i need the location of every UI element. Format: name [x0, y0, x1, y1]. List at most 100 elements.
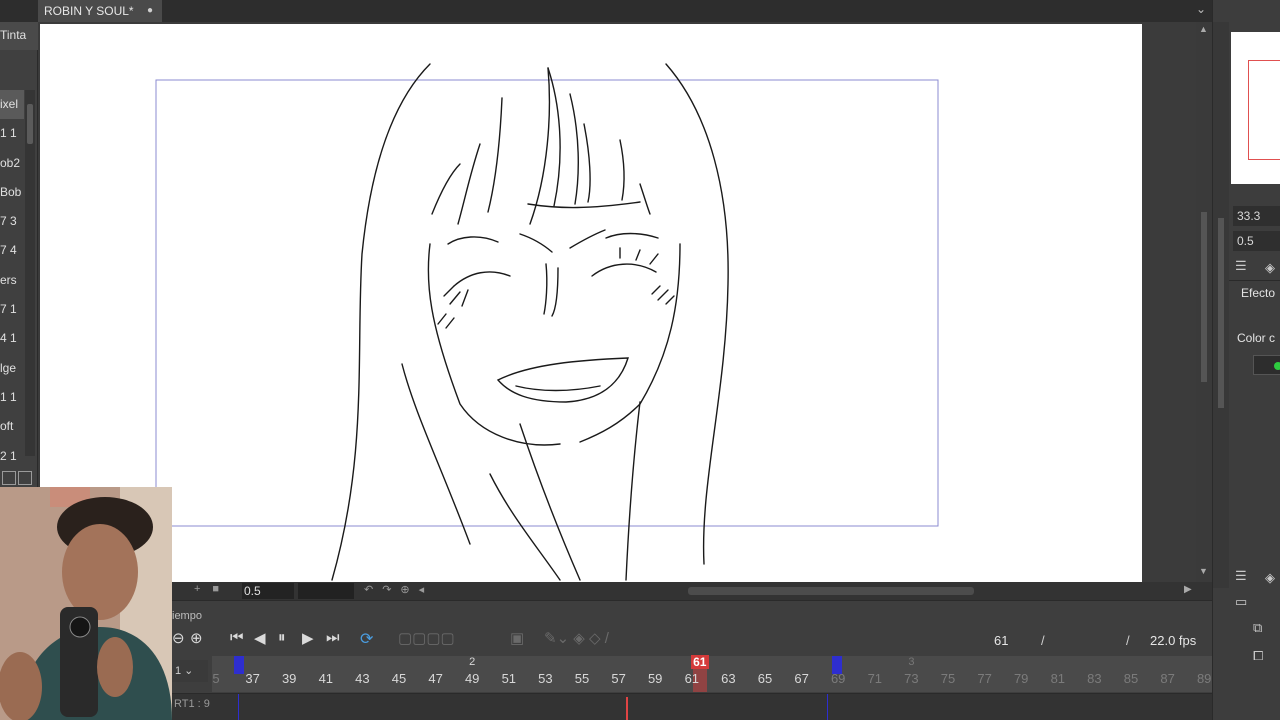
frame-number[interactable]: 63 [721, 671, 735, 686]
zoom-out-timeline-icon[interactable]: ⊖ [172, 629, 185, 647]
line-drawing [155, 63, 939, 581]
fps-separator: / [1126, 633, 1130, 648]
loop-playback-icon[interactable]: ⟳ [360, 629, 380, 649]
frame-number[interactable]: 73 [904, 671, 918, 686]
frame-number[interactable]: 75 [941, 671, 955, 686]
pause-icon[interactable]: ⏸ [278, 629, 286, 646]
frame-number[interactable]: 87 [1160, 671, 1174, 686]
current-frame-label[interactable]: 61 [690, 655, 709, 669]
subtool-item[interactable]: 7 4 [0, 236, 24, 265]
timeline-track[interactable]: RT1 : 9 [172, 693, 1212, 720]
panel-menu-icon-2[interactable]: ☰ [1235, 568, 1247, 584]
scroll-up-icon[interactable]: ▲ [1199, 24, 1208, 34]
range-marker[interactable] [234, 656, 244, 674]
subtool-item[interactable]: 4 1 [0, 324, 24, 353]
layer-mask-icon[interactable]: ⧉ [1253, 620, 1262, 636]
subtool-item[interactable]: ixel [0, 90, 24, 120]
navigator-zoom-value[interactable]: 33.3 [1233, 206, 1280, 226]
cel-tools-icon[interactable]: ▣ [510, 629, 524, 647]
drawing-canvas[interactable] [40, 24, 1142, 582]
playhead[interactable] [626, 697, 628, 720]
add-subtool-icon[interactable] [2, 471, 16, 485]
layer-selector-value: 1 [175, 665, 182, 677]
frame-number[interactable]: 37 [245, 671, 259, 686]
layer-property-icon[interactable]: ◈ [1265, 260, 1275, 276]
canvas-view-icons[interactable]: +■ [194, 583, 231, 595]
right-scroll-thumb[interactable] [1218, 218, 1224, 408]
frame-number[interactable]: 57 [611, 671, 625, 686]
frame-number[interactable]: 55 [575, 671, 589, 686]
layer-blend-icon[interactable]: ▭ [1235, 594, 1247, 610]
subtool-item[interactable]: ob2 [0, 149, 24, 178]
effect-label: Efecto [1241, 286, 1276, 300]
tool-name-label[interactable]: Tinta [0, 22, 38, 50]
subtool-item[interactable]: 7 3 [0, 207, 24, 236]
document-tab[interactable]: ROBIN Y SOUL* ● [38, 0, 162, 22]
frame-number[interactable]: 79 [1014, 671, 1028, 686]
subtool-scroll-thumb[interactable] [27, 104, 33, 144]
canvas-area[interactable]: ▲ ▼ [38, 22, 1212, 582]
tab-list-chevron-icon[interactable]: ⌄ [1196, 2, 1206, 16]
frame-number[interactable]: 49 [465, 671, 479, 686]
new-cel-icon[interactable]: ▢▢▢▢ [398, 629, 455, 647]
subtool-item[interactable]: lge [0, 354, 24, 383]
navigator-preview[interactable] [1231, 32, 1280, 184]
zoom-slider[interactable] [298, 583, 354, 599]
frame-number[interactable]: 85 [1124, 671, 1138, 686]
layers-icon[interactable]: ◈ [1265, 570, 1275, 586]
subtool-item[interactable]: ers [0, 266, 24, 295]
next-frame-icon[interactable]: ▶ [302, 629, 314, 647]
canvas-vscroll-thumb[interactable] [1201, 212, 1207, 382]
canvas-vertical-scrollbar[interactable]: ▲ ▼ [1196, 22, 1212, 582]
range-start-line [238, 694, 239, 720]
frame-number[interactable]: 43 [355, 671, 369, 686]
frame-number[interactable]: 47 [428, 671, 442, 686]
subtool-item[interactable]: oft [0, 412, 24, 441]
current-frame-field[interactable]: 61 [994, 633, 1008, 648]
app-window: ROBIN Y SOUL* ● ⌄ Tinta ixel 1 1 ob2 Bob 7 3… [0, 0, 1280, 720]
frame-number[interactable]: 51 [502, 671, 516, 686]
subtool-item[interactable]: 1 1 [0, 119, 24, 148]
frame-separator: / [1041, 633, 1045, 648]
last-frame-icon[interactable]: ⏭ [326, 629, 340, 646]
subtool-item[interactable]: 2 1 [0, 442, 24, 471]
frame-number[interactable]: 39 [282, 671, 296, 686]
frame-number[interactable]: 67 [794, 671, 808, 686]
frame-number[interactable]: 81 [1051, 671, 1065, 686]
timeline-layer-selector[interactable]: 1 ⌄ [172, 660, 208, 682]
subtool-item[interactable]: 7 1 [0, 295, 24, 324]
previous-frame-icon[interactable]: ◀ [254, 629, 266, 647]
navigator-view-frame[interactable] [1248, 60, 1280, 160]
layer-ref-icon[interactable]: ⧠ [1253, 648, 1263, 664]
delete-subtool-icon[interactable] [18, 471, 32, 485]
layer-color-swatch[interactable] [1253, 355, 1280, 375]
rotate-flip-icons[interactable]: ↶↷⊕◂ [364, 583, 433, 596]
frame-number[interactable]: 53 [538, 671, 552, 686]
zoom-in-timeline-icon[interactable]: ⊕ [190, 629, 203, 647]
frame-ruler[interactable]: 61 5 37 39 41 43 45 47 49 51 53 55 57 59 61 63 65 67 69 71 7… [212, 655, 1212, 692]
navigator-rotation-value[interactable]: 0.5 [1233, 231, 1280, 251]
first-frame-icon[interactable]: ⏮ [230, 629, 244, 646]
frame-number[interactable]: 69 [831, 671, 845, 686]
canvas-hscroll-thumb[interactable] [688, 587, 974, 595]
subtool-item[interactable]: Bob [0, 178, 24, 207]
frame-number[interactable]: 71 [868, 671, 882, 686]
frame-number[interactable]: 77 [977, 671, 991, 686]
frame-number[interactable]: 41 [319, 671, 333, 686]
subtool-item[interactable]: 1 1 [0, 383, 24, 412]
frame-number[interactable]: 59 [648, 671, 662, 686]
frame-number[interactable]: 65 [758, 671, 772, 686]
frame-number[interactable]: 61 [685, 671, 699, 686]
subtool-scrollbar[interactable] [25, 90, 35, 456]
right-panel-scrollbar[interactable] [1213, 22, 1229, 588]
frame-number[interactable]: 83 [1087, 671, 1101, 686]
scroll-right-icon[interactable]: ▶ [1184, 584, 1192, 595]
frame-number[interactable]: 89 [1197, 671, 1211, 686]
scroll-down-icon[interactable]: ▼ [1199, 566, 1208, 576]
panel-menu-icon[interactable]: ☰ [1235, 258, 1247, 274]
zoom-input[interactable]: 0.5 [242, 583, 294, 599]
frame-number[interactable]: 5 [212, 671, 219, 686]
frame-number[interactable]: 45 [392, 671, 406, 686]
frame-rate[interactable]: 22.0 fps [1150, 633, 1196, 648]
onion-skin-icon[interactable]: ✎⌄ ◈ ◇ / [544, 629, 609, 647]
